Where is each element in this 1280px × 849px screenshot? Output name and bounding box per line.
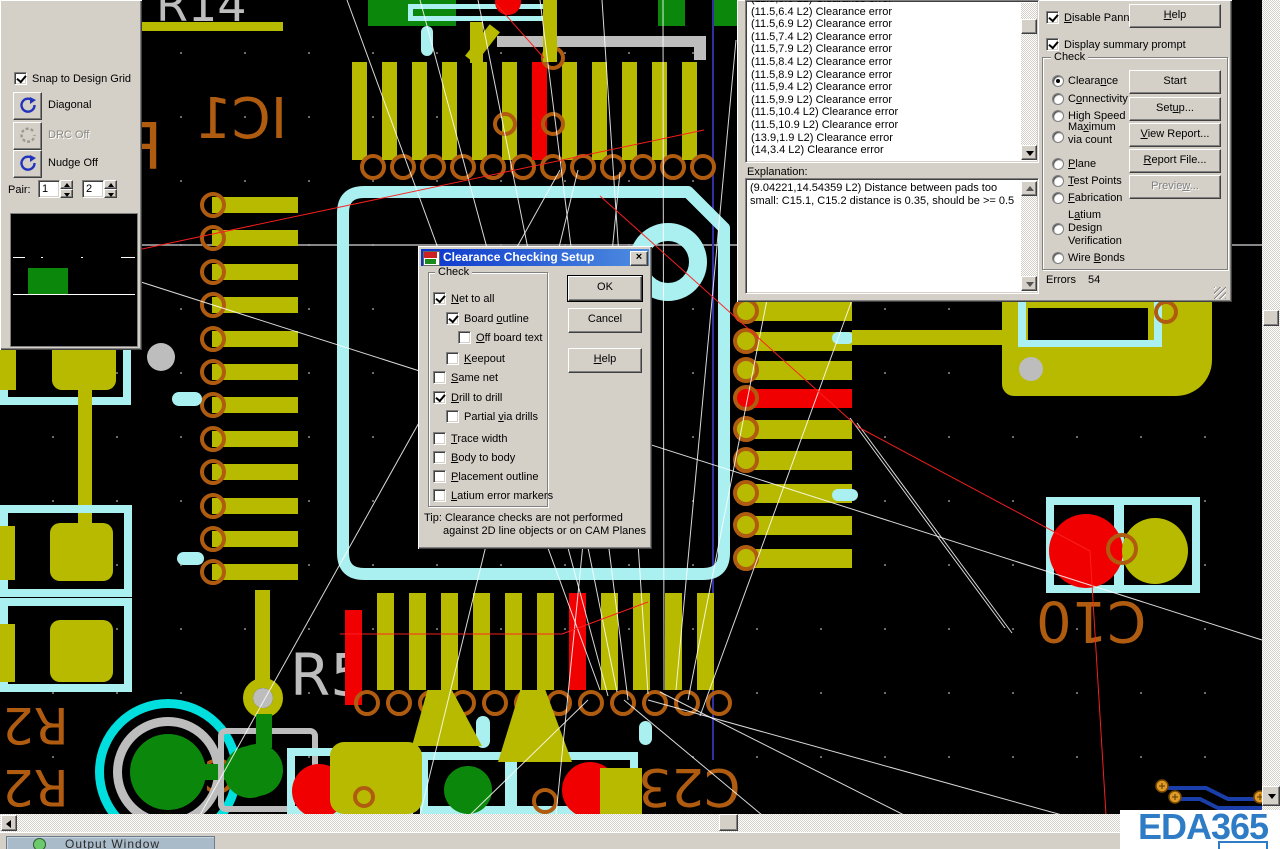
dialog-tip-line2: against 2D line objects or on CAM Planes <box>443 525 646 537</box>
cancel-button[interactable]: Cancel <box>568 308 642 333</box>
dialog-checkbox-label: Net to all <box>451 293 494 305</box>
dialog-checkbox-off-board-text[interactable] <box>458 331 471 344</box>
dialog-checkbox-label: Latium error markers <box>451 490 553 502</box>
view-report--button[interactable]: View Report... <box>1129 123 1221 147</box>
diagonal-button[interactable] <box>13 92 42 120</box>
dialog-checkbox-same-net[interactable] <box>433 371 446 384</box>
horizontal-scrollbar[interactable] <box>0 814 1280 832</box>
pair1-value: 1 <box>42 183 48 195</box>
report-file--button[interactable]: Report File... <box>1129 149 1221 173</box>
dialog-checkbox-partial-via-drills[interactable] <box>446 410 459 423</box>
h-scroll-thumb[interactable] <box>719 814 738 831</box>
rotate-arrows-icon-disabled <box>18 126 38 144</box>
drc-off-button[interactable] <box>13 122 42 150</box>
dialog-checkbox-label: Placement outline <box>451 471 538 483</box>
rotate-arrows-icon <box>18 154 38 172</box>
dialog-checkbox-label: Drill to drill <box>451 392 502 404</box>
dialog-checkbox-drill-to-drill[interactable] <box>433 391 446 404</box>
output-window-button[interactable]: Output Window <box>6 836 215 849</box>
v-scroll-down-button[interactable] <box>1262 786 1280 806</box>
verify-design-panel: (11.5,5.9 L2) Clearance error(11.5,6.4 L… <box>737 0 1232 302</box>
dialog-checkbox-board-outline[interactable] <box>446 312 459 325</box>
dialog-checkbox-keepout[interactable] <box>446 352 459 365</box>
preview--button[interactable]: Preview... <box>1129 175 1221 199</box>
status-bar: Output Window <box>0 832 1280 849</box>
errors-count: 54 <box>1088 274 1100 286</box>
nudge-off-button[interactable] <box>13 150 42 178</box>
pads-layout-screen: R14 IC1 R R5 C14 C23 C10 R2 R2 <box>0 0 1280 849</box>
clearance-checking-setup-dialog: Clearance Checking Setup × Check Net to … <box>418 246 652 549</box>
h-scroll-left-button[interactable] <box>1 815 17 831</box>
dialog-checkbox-label: Same net <box>451 372 498 384</box>
watermark-box-outline <box>1218 841 1268 849</box>
preview-selection-rect <box>28 268 68 294</box>
snap-to-grid-checkbox[interactable] <box>14 72 27 85</box>
errors-label: Errors <box>1046 274 1076 286</box>
dialog-checkbox-net-to-all[interactable] <box>433 292 446 305</box>
dialog-checkbox-label: Body to body <box>451 452 515 464</box>
output-window-icon <box>33 838 46 849</box>
diagonal-label: Diagonal <box>48 99 91 111</box>
layer-preview-box <box>10 213 138 347</box>
dialog-checkbox-label: Trace width <box>451 433 507 445</box>
rotate-arrows-icon <box>18 96 38 114</box>
pair2-spinner[interactable] <box>104 180 117 198</box>
vertical-scrollbar[interactable] <box>1262 0 1280 814</box>
dialog-checkbox-label: Keepout <box>464 353 505 365</box>
setup--button[interactable]: Setup... <box>1129 97 1221 121</box>
nudge-off-label: Nudge Off <box>48 157 98 169</box>
output-window-label: Output Window <box>65 837 160 849</box>
start-button[interactable]: Start <box>1129 70 1221 94</box>
v-scroll-thumb[interactable] <box>1263 310 1279 326</box>
snap-to-grid-label: Snap to Design Grid <box>32 73 131 85</box>
drc-off-label: DRC Off <box>48 129 89 141</box>
pair1-spinner[interactable] <box>60 180 73 198</box>
dialog-tip-line1: Tip: Clearance checks are not performed <box>424 512 623 524</box>
dialog-checkbox-label: Board outline <box>464 313 529 325</box>
dialog-checkbox-latium-error-markers[interactable] <box>433 489 446 502</box>
panel-resize-grip[interactable] <box>1214 287 1226 299</box>
dialog-checkbox-placement-outline[interactable] <box>433 470 446 483</box>
pair2-value: 2 <box>86 183 92 195</box>
dialog-checkbox-label: Off board text <box>476 332 542 344</box>
pair2-field[interactable]: 2 <box>82 180 104 198</box>
help-button[interactable]: Help <box>568 348 642 373</box>
dialog-checkbox-trace-width[interactable] <box>433 432 446 445</box>
modeless-options-panel: Snap to Design Grid Diagonal DRC Off Nud… <box>0 0 142 350</box>
pair1-field[interactable]: 1 <box>38 180 60 198</box>
ok-button[interactable]: OK <box>568 276 642 301</box>
dialog-checkbox-body-to-body[interactable] <box>433 451 446 464</box>
pair-label: Pair: <box>8 184 31 196</box>
dialog-checkbox-label: Partial via drills <box>464 411 538 423</box>
